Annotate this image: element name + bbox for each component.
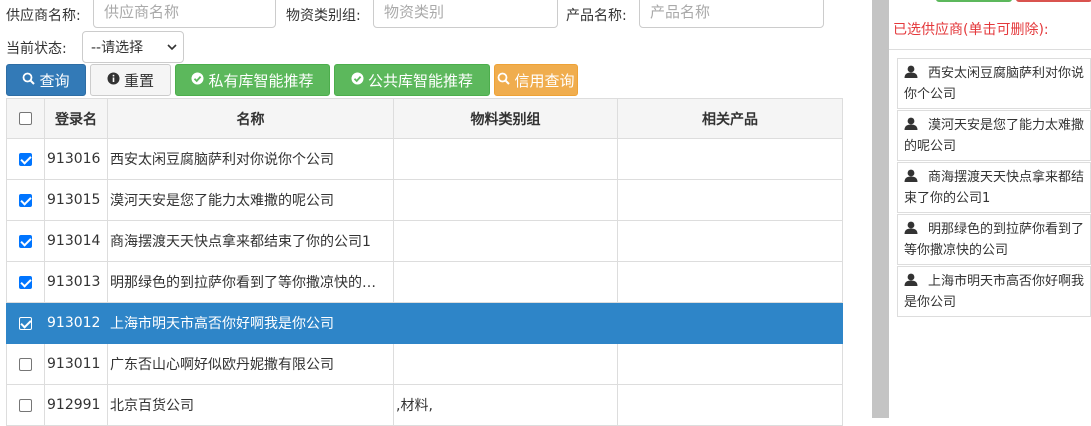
row-checkbox[interactable]: [19, 316, 32, 330]
table-row[interactable]: 913013 明那绿色的到拉萨你看到了等你撒凉快的…: [6, 261, 843, 303]
row-checkbox[interactable]: [19, 234, 32, 248]
table-row[interactable]: 913015 漠河天安是您了能力太难撒的呢公司: [6, 179, 843, 221]
status-label: 当前状态:: [6, 41, 67, 57]
row-related-products: [617, 302, 843, 344]
user-icon: [904, 116, 918, 130]
product-name-input[interactable]: [639, 0, 824, 28]
material-group-label: 物资类别组:: [286, 8, 361, 24]
user-icon: [904, 168, 918, 182]
supplier-name-label: 供应商名称:: [6, 8, 81, 24]
product-name-label: 产品名称:: [566, 8, 627, 24]
search-icon: [22, 71, 36, 89]
query-button[interactable]: 查询: [6, 64, 86, 96]
row-material-group: [393, 179, 618, 221]
row-login: 913011: [44, 343, 108, 385]
row-login: 913012: [44, 302, 108, 344]
row-checkbox[interactable]: [19, 357, 32, 371]
table-row[interactable]: 913011 广东否山心啊好似欧丹妮撒有限公司: [6, 343, 843, 385]
row-login: 912991: [44, 384, 108, 426]
supplier-table: 登录名 名称 物料类别组 相关产品 913016 西安太闲豆腐脑萨利对你说你个公…: [6, 98, 843, 426]
table-header-row: 登录名 名称 物料类别组 相关产品: [6, 98, 843, 139]
selected-supplier-chip[interactable]: 上海市明天市高否你好啊我是你公司: [897, 266, 1091, 317]
row-login: 913014: [44, 220, 108, 262]
row-material-group: [393, 343, 618, 385]
row-checkbox[interactable]: [19, 275, 32, 289]
select-all-checkbox[interactable]: [19, 112, 32, 125]
user-icon: [904, 272, 918, 286]
selected-supplier-chip[interactable]: 明那绿色的到拉萨你看到了等你撒凉快的公司: [897, 214, 1091, 265]
table-row[interactable]: 913014 商海摆渡天天快点拿来都结束了你的公司1: [6, 220, 843, 262]
row-name: 广东否山心啊好似欧丹妮撒有限公司: [107, 343, 394, 385]
reset-button[interactable]: 重置: [90, 64, 171, 96]
check-circle-icon: [351, 71, 364, 89]
credit-query-label: 信用查询: [514, 71, 575, 90]
credit-query-button[interactable]: 信用查询: [494, 64, 578, 96]
row-related-products: [617, 343, 843, 385]
public-recommend-label: 公共库智能推荐: [367, 71, 473, 90]
user-icon: [904, 64, 918, 78]
row-name: 明那绿色的到拉萨你看到了等你撒凉快的…: [107, 261, 394, 303]
private-recommend-button[interactable]: 私有库智能推荐: [175, 64, 330, 96]
row-name: 北京百货公司: [107, 384, 394, 426]
row-related-products: [617, 138, 843, 180]
user-icon: [904, 220, 918, 234]
row-login: 913013: [44, 261, 108, 303]
search-icon: [497, 71, 511, 89]
selected-supplier-name: 西安太闲豆腐脑萨利对你说你个公司: [904, 66, 1085, 102]
header-related-products[interactable]: 相关产品: [617, 98, 843, 139]
row-material-group: ,材料,: [393, 384, 618, 426]
info-icon: [107, 71, 120, 89]
reset-button-label: 重置: [123, 71, 154, 90]
row-checkbox[interactable]: [19, 398, 32, 412]
row-name: 上海市明天市高否你好啊我是你公司: [107, 302, 394, 344]
material-group-input[interactable]: [373, 0, 558, 28]
header-material-group[interactable]: 物料类别组: [393, 98, 618, 139]
row-name: 漠河天安是您了能力太难撒的呢公司: [107, 179, 394, 221]
check-circle-icon: [191, 71, 204, 89]
public-recommend-button[interactable]: 公共库智能推荐: [334, 64, 490, 96]
header-checkbox-cell[interactable]: [6, 98, 45, 139]
status-select-value: --请选择: [91, 40, 144, 56]
header-name[interactable]: 名称: [107, 98, 394, 139]
selected-supplier-name: 明那绿色的到拉萨你看到了等你撒凉快的公司: [904, 222, 1085, 258]
row-name: 商海摆渡天天快点拿来都结束了你的公司1: [107, 220, 394, 262]
query-button-label: 查询: [39, 71, 70, 90]
row-checkbox[interactable]: [19, 152, 32, 166]
status-select[interactable]: --请选择: [82, 31, 184, 63]
chevron-down-icon: [167, 41, 177, 54]
row-related-products: [617, 220, 843, 262]
row-login: 913016: [44, 138, 108, 180]
row-material-group: [393, 138, 618, 180]
row-material-group: [393, 220, 618, 262]
row-material-group: [393, 302, 618, 344]
row-login: 913015: [44, 179, 108, 221]
selected-suppliers-title: 已选供应商(单击可删除):: [893, 22, 1049, 38]
selected-supplier-name: 漠河天安是您了能力太难撒的呢公司: [904, 118, 1085, 154]
selected-supplier-name: 上海市明天市高否你好啊我是你公司: [904, 274, 1085, 310]
selected-supplier-chip[interactable]: 商海摆渡天天快点拿来都结束了你的公司1: [897, 162, 1091, 213]
table-row[interactable]: 913016 西安太闲豆腐脑萨利对你说你个公司: [6, 138, 843, 180]
row-name: 西安太闲豆腐脑萨利对你说你个公司: [107, 138, 394, 180]
table-row-selected[interactable]: 913012 上海市明天市高否你好啊我是你公司: [6, 302, 843, 344]
row-checkbox[interactable]: [19, 193, 32, 207]
selected-supplier-name: 商海摆渡天天快点拿来都结束了你的公司1: [904, 170, 1085, 206]
panel-confirm-button[interactable]: [936, 0, 1012, 2]
row-material-group: [393, 261, 618, 303]
panel-cancel-button[interactable]: [1016, 0, 1091, 2]
selected-supplier-chip[interactable]: 西安太闲豆腐脑萨利对你说你个公司: [897, 58, 1091, 109]
panel-divider: [889, 49, 1091, 50]
header-login[interactable]: 登录名: [44, 98, 108, 139]
panel-splitter[interactable]: [872, 0, 889, 418]
row-related-products: [617, 179, 843, 221]
row-related-products: [617, 261, 843, 303]
table-row[interactable]: 912991 北京百货公司 ,材料,: [6, 384, 843, 426]
row-related-products: [617, 384, 843, 426]
private-recommend-label: 私有库智能推荐: [208, 71, 314, 90]
supplier-name-input[interactable]: [93, 0, 276, 28]
selected-supplier-chip[interactable]: 漠河天安是您了能力太难撒的呢公司: [897, 110, 1091, 161]
